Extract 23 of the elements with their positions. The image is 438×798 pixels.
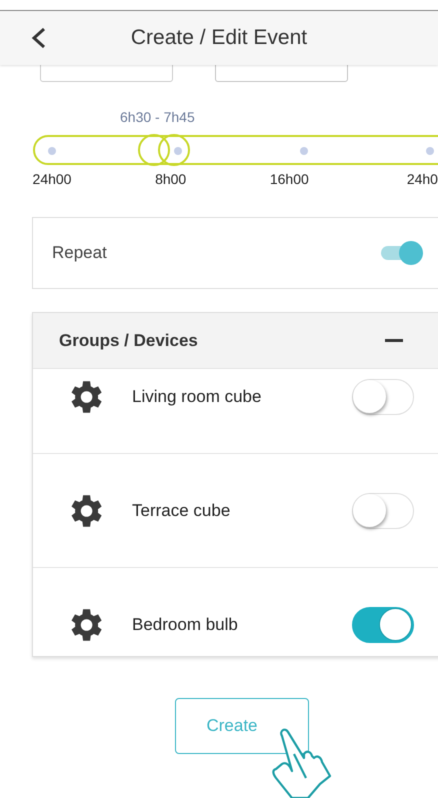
track-dot (174, 147, 182, 155)
track-dot (48, 147, 56, 155)
range-label: 6h30 - 7h45 (120, 109, 196, 127)
track-dot (426, 147, 434, 155)
tick-label: 24h00 (32, 171, 72, 187)
slider-thumb[interactable] (138, 134, 170, 166)
back-icon[interactable] (30, 27, 48, 49)
screen-title: Create / Edit Event (130, 26, 308, 50)
device-name: Living room cube (132, 386, 262, 406)
tick-label: 16h00 (268, 171, 310, 187)
tick-label: 8h00 (154, 171, 188, 187)
group-title: Groups / Devices (59, 330, 199, 350)
device-name: Bedroom bulb (132, 615, 239, 635)
minus-icon[interactable] (385, 339, 403, 342)
tick-label: 24h0 (406, 171, 438, 187)
track-dot (300, 147, 308, 155)
device-switch[interactable] (352, 607, 414, 643)
create-button[interactable]: Create (175, 698, 309, 754)
slider-thumb[interactable] (158, 134, 190, 166)
repeat-switch[interactable] (381, 240, 425, 266)
repeat-label: Repeat (52, 243, 108, 263)
range-track[interactable] (33, 135, 438, 165)
device-name: Terrace cube (132, 500, 232, 520)
